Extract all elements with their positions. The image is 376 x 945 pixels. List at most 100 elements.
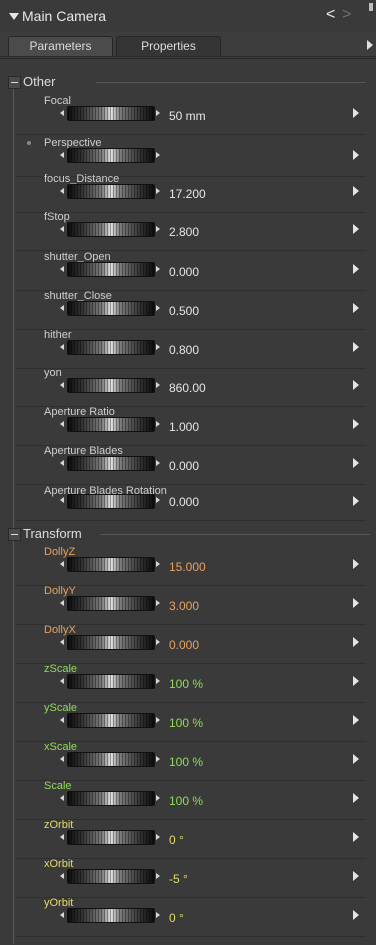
decrement-arrow-icon[interactable] <box>60 873 64 879</box>
parameter-value[interactable]: 2.800 <box>169 225 199 239</box>
parameter-value[interactable]: 0.000 <box>169 495 199 509</box>
parameter-value[interactable]: 1.000 <box>169 420 199 434</box>
parameter-value[interactable]: 50 mm <box>169 109 206 123</box>
increment-arrow-icon[interactable] <box>156 873 160 879</box>
increment-arrow-icon[interactable] <box>156 834 160 840</box>
increment-arrow-icon[interactable] <box>156 600 160 606</box>
decrement-arrow-icon[interactable] <box>60 382 64 388</box>
expand-parameter-icon[interactable] <box>353 637 359 647</box>
increment-arrow-icon[interactable] <box>156 639 160 645</box>
parameter-value[interactable]: 100 % <box>169 794 203 808</box>
expand-parameter-icon[interactable] <box>353 380 359 390</box>
value-dial[interactable] <box>67 456 155 471</box>
increment-arrow-icon[interactable] <box>156 266 160 272</box>
decrement-arrow-icon[interactable] <box>60 600 64 606</box>
decrement-arrow-icon[interactable] <box>60 561 64 567</box>
value-dial[interactable] <box>67 340 155 355</box>
expand-parameter-icon[interactable] <box>353 910 359 920</box>
previous-item-button[interactable]: < <box>326 6 335 24</box>
tab-parameters[interactable]: Parameters <box>8 36 113 56</box>
expand-parameter-icon[interactable] <box>353 793 359 803</box>
expand-parameter-icon[interactable] <box>353 224 359 234</box>
decrement-arrow-icon[interactable] <box>60 344 64 350</box>
increment-arrow-icon[interactable] <box>156 561 160 567</box>
parameter-value[interactable]: 0 ° <box>169 833 184 847</box>
parameter-value[interactable]: 100 % <box>169 677 203 691</box>
decrement-arrow-icon[interactable] <box>60 497 64 503</box>
expand-parameter-icon[interactable] <box>353 559 359 569</box>
value-dial[interactable] <box>67 752 155 767</box>
value-dial[interactable] <box>67 378 155 393</box>
parameter-value[interactable]: 860.00 <box>169 381 206 395</box>
increment-arrow-icon[interactable] <box>156 912 160 918</box>
value-dial[interactable] <box>67 301 155 316</box>
expand-parameter-icon[interactable] <box>353 754 359 764</box>
value-dial[interactable] <box>67 148 155 163</box>
decrement-arrow-icon[interactable] <box>60 912 64 918</box>
decrement-arrow-icon[interactable] <box>60 110 64 116</box>
value-dial[interactable] <box>67 674 155 689</box>
decrement-arrow-icon[interactable] <box>60 188 64 194</box>
value-dial[interactable] <box>67 596 155 611</box>
parameter-value[interactable]: 0.000 <box>169 459 199 473</box>
increment-arrow-icon[interactable] <box>156 460 160 466</box>
expand-parameter-icon[interactable] <box>353 186 359 196</box>
next-item-button[interactable]: > <box>342 6 351 24</box>
value-dial[interactable] <box>67 106 155 121</box>
value-dial[interactable] <box>67 635 155 650</box>
increment-arrow-icon[interactable] <box>156 756 160 762</box>
increment-arrow-icon[interactable] <box>156 110 160 116</box>
parameter-value[interactable]: 0.000 <box>169 638 199 652</box>
decrement-arrow-icon[interactable] <box>60 678 64 684</box>
expand-parameter-icon[interactable] <box>353 676 359 686</box>
parameter-value[interactable]: 0 ° <box>169 911 184 925</box>
value-dial[interactable] <box>67 713 155 728</box>
parameter-value[interactable]: 15.000 <box>169 560 206 574</box>
expand-parameter-icon[interactable] <box>353 419 359 429</box>
value-dial[interactable] <box>67 908 155 923</box>
increment-arrow-icon[interactable] <box>156 188 160 194</box>
expand-parameter-icon[interactable] <box>353 598 359 608</box>
value-dial[interactable] <box>67 869 155 884</box>
increment-arrow-icon[interactable] <box>156 344 160 350</box>
decrement-arrow-icon[interactable] <box>60 717 64 723</box>
decrement-arrow-icon[interactable] <box>60 305 64 311</box>
increment-arrow-icon[interactable] <box>156 717 160 723</box>
decrement-arrow-icon[interactable] <box>60 266 64 272</box>
panel-corner-handle[interactable] <box>369 3 373 11</box>
decrement-arrow-icon[interactable] <box>60 460 64 466</box>
increment-arrow-icon[interactable] <box>156 226 160 232</box>
collapse-triangle-icon[interactable] <box>9 13 19 20</box>
increment-arrow-icon[interactable] <box>156 795 160 801</box>
increment-arrow-icon[interactable] <box>156 497 160 503</box>
increment-arrow-icon[interactable] <box>156 421 160 427</box>
collapse-minus-icon[interactable] <box>8 76 21 89</box>
decrement-arrow-icon[interactable] <box>60 639 64 645</box>
parameter-value[interactable]: 0.500 <box>169 304 199 318</box>
increment-arrow-icon[interactable] <box>156 382 160 388</box>
increment-arrow-icon[interactable] <box>156 152 160 158</box>
value-dial[interactable] <box>67 262 155 277</box>
decrement-arrow-icon[interactable] <box>60 226 64 232</box>
value-dial[interactable] <box>67 830 155 845</box>
parameter-value[interactable]: 100 % <box>169 716 203 730</box>
parameter-value[interactable]: 100 % <box>169 755 203 769</box>
parameter-value[interactable]: 0.000 <box>169 265 199 279</box>
expand-parameter-icon[interactable] <box>353 496 359 506</box>
tab-scroll-right-icon[interactable] <box>367 40 373 50</box>
value-dial[interactable] <box>67 494 155 509</box>
increment-arrow-icon[interactable] <box>156 678 160 684</box>
value-dial[interactable] <box>67 184 155 199</box>
tab-properties[interactable]: Properties <box>116 36 221 56</box>
increment-arrow-icon[interactable] <box>156 305 160 311</box>
expand-parameter-icon[interactable] <box>353 342 359 352</box>
decrement-arrow-icon[interactable] <box>60 756 64 762</box>
parameter-value[interactable]: -5 ° <box>169 872 188 886</box>
expand-parameter-icon[interactable] <box>353 264 359 274</box>
parameter-value[interactable]: 17.200 <box>169 187 206 201</box>
parameter-value[interactable]: 0.800 <box>169 343 199 357</box>
expand-parameter-icon[interactable] <box>353 832 359 842</box>
expand-parameter-icon[interactable] <box>353 715 359 725</box>
decrement-arrow-icon[interactable] <box>60 421 64 427</box>
value-dial[interactable] <box>67 222 155 237</box>
